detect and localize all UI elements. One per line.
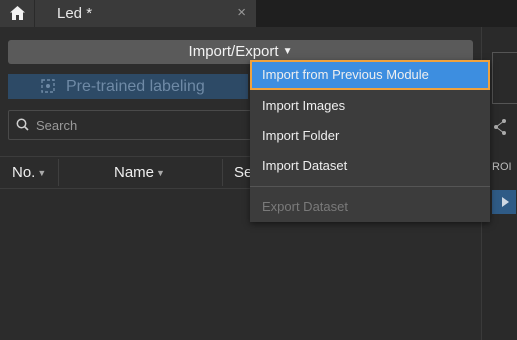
side-panel-frame <box>492 52 517 104</box>
column-no[interactable]: No. ▼ <box>12 157 46 188</box>
column-name[interactable]: Name ▼ <box>114 157 165 188</box>
tab-led[interactable]: Led * × <box>34 0 256 27</box>
menu-divider <box>250 186 490 187</box>
caret-down-icon: ▼ <box>282 46 293 57</box>
play-button[interactable] <box>492 190 516 214</box>
home-icon <box>10 6 25 20</box>
tab-title: Led * <box>57 5 93 22</box>
pretrained-labeling-button[interactable]: Pre-trained labeling <box>8 74 248 99</box>
roi-label: ROI <box>492 161 512 173</box>
home-tab[interactable] <box>0 0 34 27</box>
column-divider <box>222 159 223 186</box>
menu-item-import-dataset[interactable]: Import Dataset <box>250 151 490 181</box>
search-icon <box>16 118 29 131</box>
menu-item-import-previous-module[interactable]: Import from Previous Module <box>250 60 490 90</box>
menu-item-export-dataset: Export Dataset <box>262 199 348 214</box>
close-icon[interactable]: × <box>237 4 246 21</box>
tab-bar: Led * × <box>0 0 517 27</box>
import-export-menu: Import from Previous Module Import Image… <box>250 60 490 222</box>
menu-item-import-images[interactable]: Import Images <box>250 91 490 121</box>
labeling-icon <box>41 79 55 93</box>
pretrained-label: Pre-trained labeling <box>66 78 205 95</box>
column-divider <box>58 159 59 186</box>
import-export-label: Import/Export <box>188 43 279 60</box>
search-input[interactable] <box>34 115 258 135</box>
sort-arrow-icon: ▼ <box>37 168 47 178</box>
node-icon[interactable] <box>492 117 516 143</box>
menu-item-import-folder[interactable]: Import Folder <box>250 121 490 151</box>
sort-arrow-icon: ▼ <box>156 168 165 178</box>
search-box <box>8 110 266 140</box>
